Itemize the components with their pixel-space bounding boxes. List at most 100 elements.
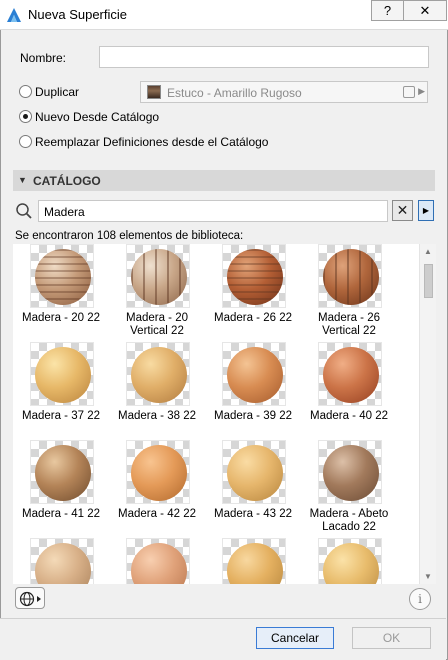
material-thumbnail (222, 440, 286, 504)
ok-button[interactable]: OK (352, 627, 431, 649)
material-tile[interactable]: Madera - 40 22 (301, 342, 397, 440)
material-tile[interactable] (301, 538, 397, 584)
surface-swatch (147, 85, 161, 99)
info-icon: i (418, 592, 422, 606)
material-thumbnail (222, 342, 286, 406)
material-sphere (131, 543, 187, 584)
cancel-button[interactable]: Cancelar (256, 627, 334, 649)
material-thumbnail (318, 342, 382, 406)
duplicate-label: Duplicar (35, 85, 80, 99)
material-tile[interactable] (109, 538, 205, 584)
material-sphere (323, 347, 379, 403)
replace-label: Reemplazar Definiciones desde el Catálog… (35, 135, 269, 149)
collapse-arrow-icon: ▼ (18, 175, 27, 185)
material-tile[interactable]: Madera - 41 22 (13, 440, 109, 538)
radio-new-from-catalog[interactable] (19, 110, 32, 123)
catalog-search-value: Madera (44, 205, 85, 219)
material-thumbnail (126, 244, 190, 308)
material-sphere (35, 249, 91, 305)
material-thumbnail (126, 538, 190, 584)
radio-replace[interactable] (19, 135, 32, 148)
material-thumbnail (318, 538, 382, 584)
material-label: Madera - 40 22 (310, 410, 388, 422)
material-thumbnail (318, 440, 382, 504)
catalog-section-title: CATÁLOGO (33, 174, 101, 188)
material-thumbnail (222, 244, 286, 308)
image-icon (403, 86, 415, 98)
grid-scrollbar[interactable]: ▲ ▼ (419, 244, 436, 584)
material-tile[interactable]: Madera - 26 Vertical 22 (301, 244, 397, 342)
material-thumbnail (222, 538, 286, 584)
material-tile[interactable]: Madera - 42 22 (109, 440, 205, 538)
material-label: Madera - 43 22 (214, 508, 292, 520)
material-tile[interactable]: Madera - Abeto Lacado 22 (301, 440, 397, 538)
play-icon: ▶ (422, 206, 430, 215)
close-icon: ✕ (396, 202, 409, 218)
material-sphere (131, 249, 187, 305)
material-sphere (227, 543, 283, 584)
material-tile[interactable] (205, 538, 301, 584)
material-label: Madera - Abeto Lacado 22 (309, 508, 389, 533)
scroll-up-icon[interactable]: ▲ (424, 247, 432, 256)
search-icon (16, 203, 32, 219)
scroll-down-icon[interactable]: ▼ (424, 572, 432, 581)
name-label: Nombre: (20, 51, 67, 65)
material-label: Madera - 39 22 (214, 410, 292, 422)
material-sphere (35, 445, 91, 501)
globe-icon (19, 591, 41, 607)
material-sphere (227, 445, 283, 501)
material-thumbnail (30, 342, 94, 406)
scrollbar-thumb[interactable] (424, 264, 433, 298)
material-label: Madera - 20 Vertical 22 (125, 312, 188, 337)
material-sphere (227, 347, 283, 403)
material-tile[interactable] (13, 538, 109, 584)
duplicate-select-value: Estuco - Amarillo Rugoso (167, 86, 302, 100)
title-bar: Nueva Superficie ? ✕ (0, 0, 448, 30)
material-tile[interactable]: Madera - 26 22 (205, 244, 301, 342)
material-grid: Madera - 20 22 Madera - 20 Vertical 22 Mad… (13, 244, 436, 584)
help-button[interactable]: ? (371, 0, 404, 21)
material-label: Madera - 38 22 (118, 410, 196, 422)
material-label: Madera - 26 22 (214, 312, 292, 324)
material-sphere (323, 445, 379, 501)
material-label: Madera - 41 22 (22, 508, 100, 520)
globe-button[interactable] (15, 587, 45, 609)
material-label: Madera - 20 22 (22, 312, 100, 324)
material-thumbnail (318, 244, 382, 308)
duplicate-select[interactable]: Estuco - Amarillo Rugoso ▶ (140, 81, 428, 103)
material-thumbnail (30, 538, 94, 584)
material-tile[interactable]: Madera - 20 22 (13, 244, 109, 342)
archicad-icon (7, 8, 21, 22)
material-tile[interactable]: Madera - 43 22 (205, 440, 301, 538)
material-label: Madera - 42 22 (118, 508, 196, 520)
material-sphere (35, 543, 91, 584)
material-tile[interactable]: Madera - 39 22 (205, 342, 301, 440)
material-sphere (131, 445, 187, 501)
material-sphere (227, 249, 283, 305)
results-count: Se encontraron 108 elementos de bibliote… (15, 230, 244, 242)
material-sphere (323, 543, 379, 584)
catalog-search-input[interactable]: Madera (38, 200, 388, 222)
material-sphere (323, 249, 379, 305)
info-button[interactable]: i (409, 588, 431, 610)
catalog-section-header[interactable]: ▼ CATÁLOGO (13, 170, 435, 191)
material-label: Madera - 37 22 (22, 410, 100, 422)
material-sphere (131, 347, 187, 403)
material-tile[interactable]: Madera - 37 22 (13, 342, 109, 440)
material-thumbnail (126, 440, 190, 504)
new-from-catalog-label: Nuevo Desde Catálogo (35, 110, 160, 124)
material-thumbnail (30, 244, 94, 308)
material-tile[interactable]: Madera - 20 Vertical 22 (109, 244, 205, 342)
material-thumbnail (30, 440, 94, 504)
window-title: Nueva Superficie (28, 7, 127, 22)
chevron-right-icon: ▶ (418, 86, 425, 96)
material-label: Madera - 26 Vertical 22 (317, 312, 380, 337)
name-input[interactable] (99, 46, 429, 68)
radio-duplicate[interactable] (19, 85, 32, 98)
material-sphere (35, 347, 91, 403)
clear-search-button[interactable]: ✕ (392, 200, 413, 221)
search-options-button[interactable]: ▶ (418, 200, 434, 221)
material-thumbnail (126, 342, 190, 406)
close-button[interactable]: ✕ (403, 0, 447, 21)
material-tile[interactable]: Madera - 38 22 (109, 342, 205, 440)
